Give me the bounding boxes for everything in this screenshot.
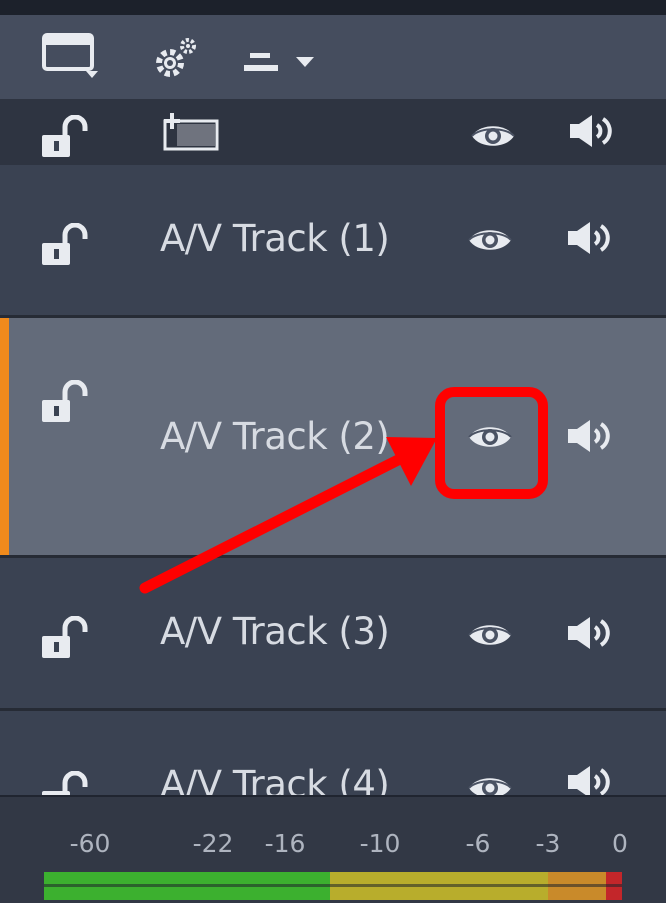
eye-icon[interactable] xyxy=(467,620,513,650)
meter-scale-label: -60 xyxy=(69,829,111,858)
unlock-icon[interactable] xyxy=(40,223,90,267)
speaker-icon[interactable] xyxy=(566,615,614,651)
speaker-icon[interactable] xyxy=(566,220,614,256)
eye-icon[interactable] xyxy=(467,422,513,452)
track-options-dropdown-icon[interactable] xyxy=(240,47,320,81)
track-label: A/V Track (3) xyxy=(160,610,390,653)
speaker-icon[interactable] xyxy=(568,113,616,149)
settings-gears-icon[interactable] xyxy=(150,37,200,81)
meter-scale-label: 0 xyxy=(612,829,628,858)
unlock-icon[interactable] xyxy=(40,380,90,424)
eye-icon[interactable] xyxy=(467,773,513,795)
track-row-2[interactable]: A/V Track (2) xyxy=(0,318,666,558)
speaker-icon[interactable] xyxy=(566,418,614,454)
window-top-bar xyxy=(0,0,666,15)
timeline-toolbar xyxy=(0,15,666,99)
meter-level-bar xyxy=(44,872,622,900)
meter-scale-label: -6 xyxy=(465,829,491,858)
track-row-1[interactable]: A/V Track (1) xyxy=(0,165,666,318)
meter-scale-label: -3 xyxy=(535,829,561,858)
meter-scale-label: -10 xyxy=(359,829,401,858)
unlock-icon[interactable] xyxy=(40,771,90,795)
track-row-3[interactable]: A/V Track (3) xyxy=(0,558,666,711)
audio-level-meter: -60 -22 -16 -10 -6 -3 0 xyxy=(0,795,666,903)
selected-track-indicator xyxy=(0,318,9,555)
track-label: A/V Track (1) xyxy=(160,217,390,260)
track-row-4[interactable]: A/V Track (4) xyxy=(0,711,666,795)
track-label: A/V Track (4) xyxy=(160,763,390,795)
eye-icon[interactable] xyxy=(467,225,513,255)
master-track-header xyxy=(0,99,666,165)
meter-scale-label: -16 xyxy=(264,829,306,858)
window-layout-icon[interactable] xyxy=(42,33,100,79)
track-label: A/V Track (2) xyxy=(160,415,390,458)
unlock-icon[interactable] xyxy=(40,115,90,159)
speaker-icon[interactable] xyxy=(566,764,614,795)
unlock-icon[interactable] xyxy=(40,616,90,660)
meter-scale-label: -22 xyxy=(192,829,234,858)
eye-icon[interactable] xyxy=(470,121,516,151)
track-list: A/V Track (1) A/V Track (2) A/V Track (3… xyxy=(0,165,666,795)
add-track-icon[interactable] xyxy=(163,113,223,153)
